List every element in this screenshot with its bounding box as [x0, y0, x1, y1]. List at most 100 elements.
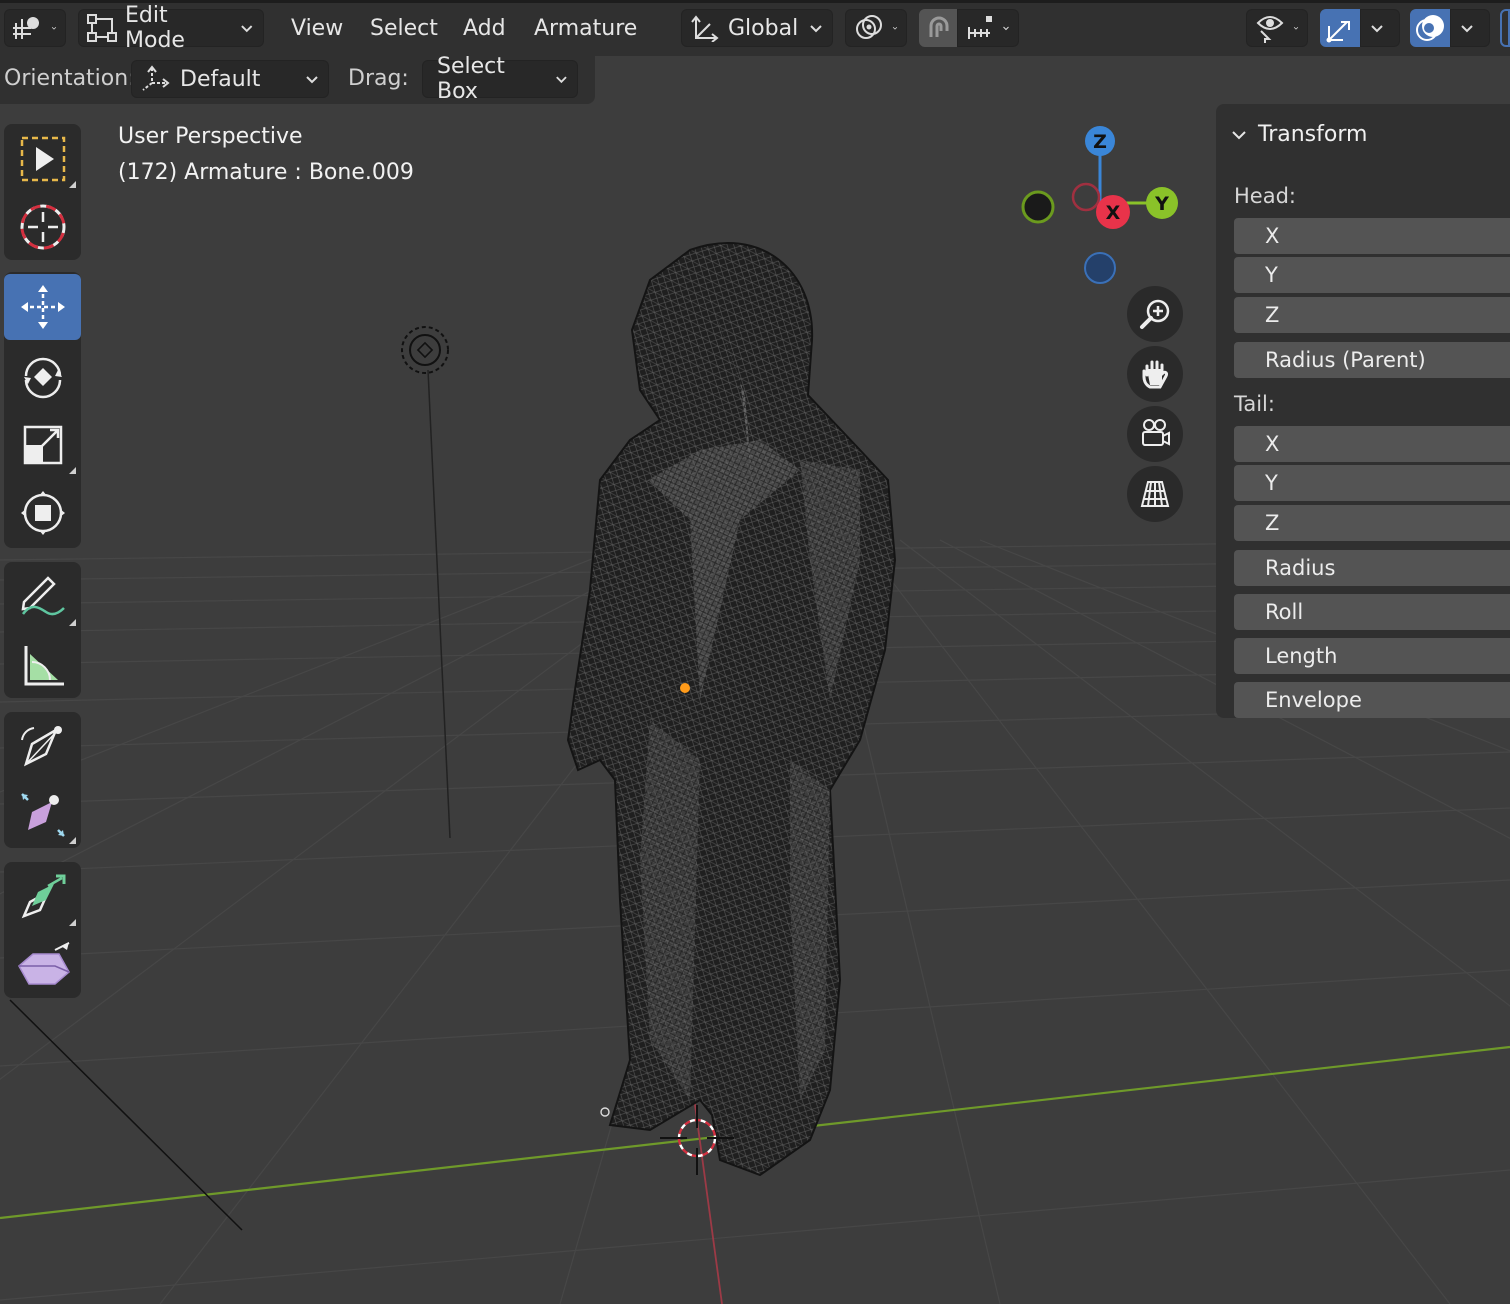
extrude-bone-icon — [18, 872, 68, 922]
head-z-field[interactable]: Z — [1234, 297, 1510, 333]
tail-y-field[interactable]: Y — [1234, 465, 1510, 501]
viewport-header: Edit Mode View Select Add Armature Globa… — [0, 0, 1510, 56]
tool-scale[interactable] — [4, 412, 81, 478]
navigation-gizmo[interactable]: Z Y X — [1010, 122, 1210, 292]
toolbar-transform-group — [4, 272, 81, 548]
chevron-down-icon — [556, 76, 567, 84]
chevron-down-icon — [1293, 26, 1299, 30]
toolbar-extrude-group — [4, 862, 81, 998]
zoom-button[interactable] — [1127, 286, 1183, 342]
view-name: User Perspective — [118, 124, 303, 149]
editor-type-icon — [13, 15, 43, 41]
tool-roll[interactable] — [4, 714, 81, 780]
shear-icon — [15, 940, 71, 990]
visibility-eye-icon — [1255, 13, 1285, 43]
bone-size-icon — [18, 790, 68, 840]
select-box-icon — [19, 135, 67, 183]
chevron-down-icon — [241, 25, 253, 33]
chevron-down-icon — [892, 26, 898, 30]
camera-view-button[interactable] — [1127, 406, 1183, 462]
chevron-down-icon — [1461, 25, 1473, 33]
drag-label: Drag: — [348, 66, 409, 91]
mode-dropdown[interactable]: Edit Mode — [78, 3, 264, 53]
menu-view[interactable]: View — [291, 9, 343, 47]
toolbar-annotate-group — [4, 562, 81, 698]
head-label: Head: — [1234, 184, 1296, 208]
cursor-icon — [18, 202, 68, 252]
envelope-field[interactable]: Envelope — [1234, 682, 1510, 718]
chevron-down-icon — [1003, 26, 1009, 31]
gizmo-toggle[interactable] — [1320, 9, 1360, 47]
pivot-point-dropdown[interactable] — [845, 9, 907, 47]
snap-magnet-icon — [924, 13, 954, 43]
tool-bone-size[interactable] — [4, 782, 81, 848]
snap-increment-icon — [966, 15, 994, 41]
perspective-grid-icon — [1138, 477, 1172, 511]
tool-rotate[interactable] — [4, 344, 81, 410]
snap-target-dropdown[interactable] — [957, 9, 1019, 47]
move-arrows-icon — [18, 282, 68, 332]
orientation-dropdown[interactable]: Default — [131, 60, 329, 98]
tool-shear[interactable] — [4, 932, 81, 998]
drag-dropdown[interactable]: Select Box — [422, 54, 578, 104]
toolbar-bone-group — [4, 712, 81, 848]
head-y-field[interactable]: Y — [1234, 257, 1510, 293]
pan-button[interactable] — [1127, 346, 1183, 402]
tool-annotate[interactable] — [4, 564, 81, 630]
visibility-dropdown[interactable] — [1246, 9, 1308, 47]
length-field[interactable]: Length — [1234, 638, 1510, 674]
tool-measure[interactable] — [4, 632, 81, 698]
drag-value: Select Box — [437, 54, 505, 104]
overlay-icon — [1415, 12, 1447, 44]
tool-extrude[interactable] — [4, 864, 81, 930]
astronaut-mesh[interactable] — [566, 242, 897, 1177]
x-axis-label: X — [1106, 202, 1121, 224]
y-axis-label: Y — [1154, 193, 1169, 215]
snap-toggle[interactable] — [919, 9, 957, 47]
edit-mode-icon — [87, 14, 117, 42]
tool-transform[interactable] — [4, 480, 81, 546]
transform-orientation-dropdown[interactable]: Global — [681, 9, 833, 47]
head-radius-field[interactable]: Radius (Parent) — [1234, 342, 1510, 378]
bone-joint[interactable] — [600, 1107, 610, 1117]
neg-x-axis-handle[interactable] — [1071, 182, 1101, 212]
editor-type-button[interactable] — [4, 9, 66, 47]
roll-field[interactable]: Roll — [1234, 594, 1510, 630]
tool-move[interactable] — [4, 274, 81, 340]
orientation-label: Orientation: — [4, 66, 136, 91]
tail-label: Tail: — [1234, 392, 1275, 416]
scale-icon — [18, 420, 68, 470]
neg-z-axis-handle[interactable] — [1084, 252, 1116, 284]
gizmo-icon — [1325, 12, 1357, 44]
chevron-down-icon — [810, 25, 822, 33]
neg-y-axis-handle[interactable] — [1021, 190, 1055, 224]
annotate-pencil-icon — [18, 572, 68, 622]
orientation-value: Default — [180, 66, 261, 92]
menu-add[interactable]: Add — [463, 9, 506, 47]
gizmo-dropdown[interactable] — [1360, 9, 1400, 47]
n-sidebar-panel: Transform Head: X Y Z Radius (Parent) Ta… — [1216, 104, 1510, 718]
tail-x-field[interactable]: X — [1234, 426, 1510, 462]
chevron-down-icon — [1371, 25, 1383, 33]
transform-icon — [18, 488, 68, 538]
perspective-toggle-button[interactable] — [1127, 466, 1183, 522]
xray-toggle[interactable] — [1500, 9, 1510, 47]
tool-select-box[interactable] — [4, 126, 81, 192]
tail-z-field[interactable]: Z — [1234, 505, 1510, 541]
head-x-field[interactable]: X — [1234, 218, 1510, 254]
transform-orientation-value: Global — [728, 15, 799, 41]
menu-armature[interactable]: Armature — [534, 9, 637, 47]
selected-bone-joint[interactable] — [680, 683, 690, 693]
overlay-dropdown[interactable] — [1450, 9, 1490, 47]
pan-hand-icon — [1138, 357, 1172, 391]
context-info: (172) Armature : Bone.009 — [118, 160, 414, 185]
menu-select[interactable]: Select — [370, 9, 438, 47]
light-object[interactable] — [401, 326, 449, 374]
tool-cursor[interactable] — [4, 194, 81, 260]
z-axis-label: Z — [1093, 131, 1107, 153]
radius-field[interactable]: Radius — [1234, 550, 1510, 586]
chevron-down-icon — [1232, 130, 1246, 139]
transform-panel-header[interactable]: Transform — [1230, 122, 1367, 147]
overlay-toggle[interactable] — [1410, 9, 1450, 47]
tool-settings-bar: Orientation: Default Drag: Select Box — [0, 54, 595, 104]
